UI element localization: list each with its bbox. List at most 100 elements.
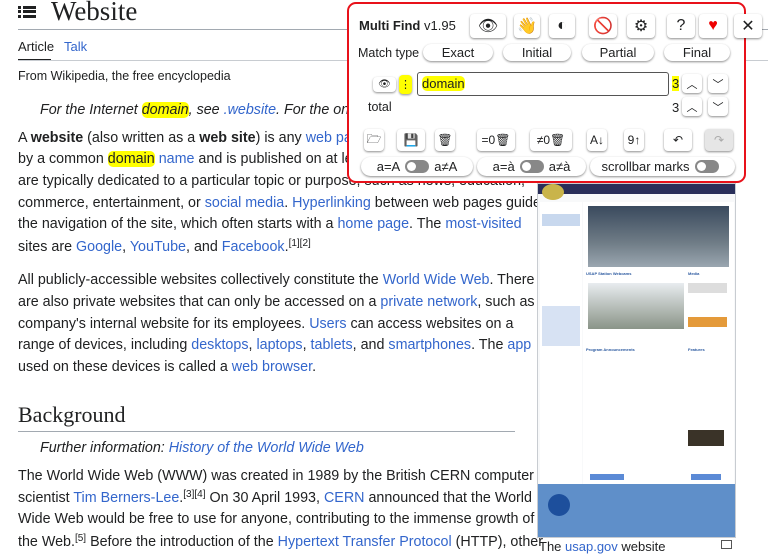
match-partial-button[interactable]: Partial	[582, 44, 654, 61]
enlarge-icon[interactable]	[721, 540, 732, 549]
panel-version: v1.95	[424, 18, 456, 33]
tagline: From Wikipedia, the free encyclopedia	[18, 69, 231, 83]
text: ) is any	[255, 130, 306, 146]
save-icon: 💾	[403, 133, 419, 147]
article-link[interactable]: Hyperlinking	[292, 195, 371, 211]
text-line: Wide Web would be free to use for anyone…	[18, 511, 534, 527]
citation-link[interactable]: [5]	[75, 533, 86, 544]
search-highlight: domain	[141, 102, 189, 118]
thumb-heading: Features	[688, 347, 705, 352]
gear-button[interactable]: ⚙	[627, 14, 655, 38]
toggle-label: a≠A	[434, 159, 458, 174]
text: used on these devices is called a	[18, 359, 232, 375]
article-link[interactable]: YouTube	[130, 239, 186, 255]
total-previous-button[interactable]: ︿	[682, 97, 702, 116]
heart-button[interactable]: ♥	[699, 14, 727, 38]
undo-button[interactable]: ↶	[664, 129, 692, 151]
thumb-heading: USAP Station Webcams	[586, 271, 632, 276]
citation-link[interactable]: [1][2]	[289, 238, 311, 249]
text: range of devices, including	[18, 337, 192, 353]
website-screenshot-image[interactable]: USAP Station Webcams Media Program Annou…	[537, 183, 736, 538]
main-menu-icon[interactable]	[18, 4, 36, 20]
divider	[18, 431, 515, 432]
toggle-label: scrollbar marks	[601, 159, 690, 174]
text: .	[312, 359, 317, 375]
toggle-switch[interactable]	[694, 160, 719, 173]
article-link[interactable]: tablets	[311, 337, 353, 353]
text: All publicly-accessible websites collect…	[18, 272, 383, 288]
hand-wave-button[interactable]: 👋	[514, 14, 540, 38]
text-line: the navigation of the site, which often …	[18, 216, 522, 232]
eye-button[interactable]: 👁	[470, 14, 506, 38]
article-link[interactable]: web browser	[232, 359, 312, 375]
close-button[interactable]: ✕	[734, 14, 762, 38]
article-link[interactable]: app	[507, 337, 531, 353]
previous-match-button[interactable]: ︿	[682, 74, 702, 93]
article-link[interactable]: smartphones	[388, 337, 471, 353]
delete-zero-button[interactable]: =0🗑	[477, 129, 515, 151]
trash-button[interactable]: 🗑	[435, 129, 455, 151]
article-link[interactable]: Google	[76, 239, 122, 255]
article-link[interactable]: World Wide Web	[383, 272, 490, 288]
article-link[interactable]: Hypertext Transfer Protocol	[278, 534, 452, 550]
chevron-up-icon: ︿	[686, 101, 698, 114]
gear-icon: ⚙	[633, 18, 649, 35]
match-initial-button[interactable]: Initial	[503, 44, 571, 61]
match-final-button[interactable]: Final	[664, 44, 730, 61]
term-menu-button[interactable]: ⋮	[399, 75, 412, 94]
redo-icon: ↷	[713, 133, 725, 147]
article-link[interactable]: private network	[380, 294, 477, 310]
text: . The	[471, 337, 508, 353]
tab-article[interactable]: Article	[18, 39, 54, 54]
article-link[interactable]: History of the World Wide Web	[169, 440, 364, 456]
text: web site	[199, 130, 256, 146]
text: sites are	[18, 239, 77, 255]
article-link[interactable]: desktops	[191, 337, 248, 353]
undo-icon: ↶	[672, 133, 684, 147]
caption-link[interactable]: usap.gov	[565, 539, 618, 554]
article-link[interactable]: social media	[205, 195, 284, 211]
article-link[interactable]: laptops	[256, 337, 302, 353]
text: Before the introduction of the	[86, 534, 278, 550]
article-link[interactable]: home page	[337, 216, 409, 232]
toggle-switch[interactable]	[519, 160, 544, 173]
redo-button[interactable]: ↷	[705, 129, 733, 151]
figure-caption: The usap.gov website	[539, 539, 665, 554]
article-link[interactable]: most-visited	[445, 216, 521, 232]
sort-alpha-button[interactable]: A↓	[587, 129, 607, 151]
save-button[interactable]: 💾	[397, 129, 425, 151]
help-icon: ?	[676, 17, 686, 34]
tab-talk[interactable]: Talk	[64, 39, 87, 54]
open-folder-button[interactable]: 🗁	[364, 129, 384, 151]
eye-toggle-button[interactable]: 👁	[373, 77, 396, 92]
article-link[interactable]: Facebook	[222, 239, 285, 255]
delete-nonzero-button[interactable]: ≠0🗑	[530, 129, 572, 151]
toggle-label: a≠à	[548, 159, 571, 174]
toggle-switch[interactable]	[405, 160, 430, 173]
help-button[interactable]: ?	[667, 14, 695, 38]
article-link[interactable]: Tim Berners-Lee	[73, 490, 179, 506]
sort-count-button[interactable]: 9↑	[624, 129, 644, 151]
text: scientist	[18, 490, 74, 506]
article-link[interactable]: CERN	[324, 490, 365, 506]
text-line: are also private websites that can only …	[18, 294, 547, 310]
no-entry-button[interactable]: 🚫	[589, 14, 617, 38]
next-match-button[interactable]: ﹀	[708, 74, 728, 93]
article-link[interactable]: Users	[309, 316, 346, 332]
article-link[interactable]: name	[159, 151, 195, 167]
text: For the Internet	[40, 102, 142, 118]
citation-link[interactable]: [3][4]	[183, 489, 205, 500]
hand-wave-icon: 👋	[517, 18, 537, 35]
text: . There	[489, 272, 535, 288]
text: Further information:	[40, 440, 169, 456]
total-next-button[interactable]: ﹀	[708, 97, 728, 116]
text: announced that the World	[364, 490, 532, 506]
chevron-down-icon: ﹀	[712, 101, 724, 114]
section-heading: Background	[18, 402, 126, 427]
search-input[interactable]: domain	[417, 72, 669, 96]
match-exact-button[interactable]: Exact	[423, 44, 493, 61]
article-link[interactable]: .website	[224, 102, 276, 118]
text: , see	[188, 102, 224, 118]
contrast-button[interactable]: ◐	[549, 14, 575, 38]
toggle-group: a=à a≠à	[477, 157, 586, 176]
